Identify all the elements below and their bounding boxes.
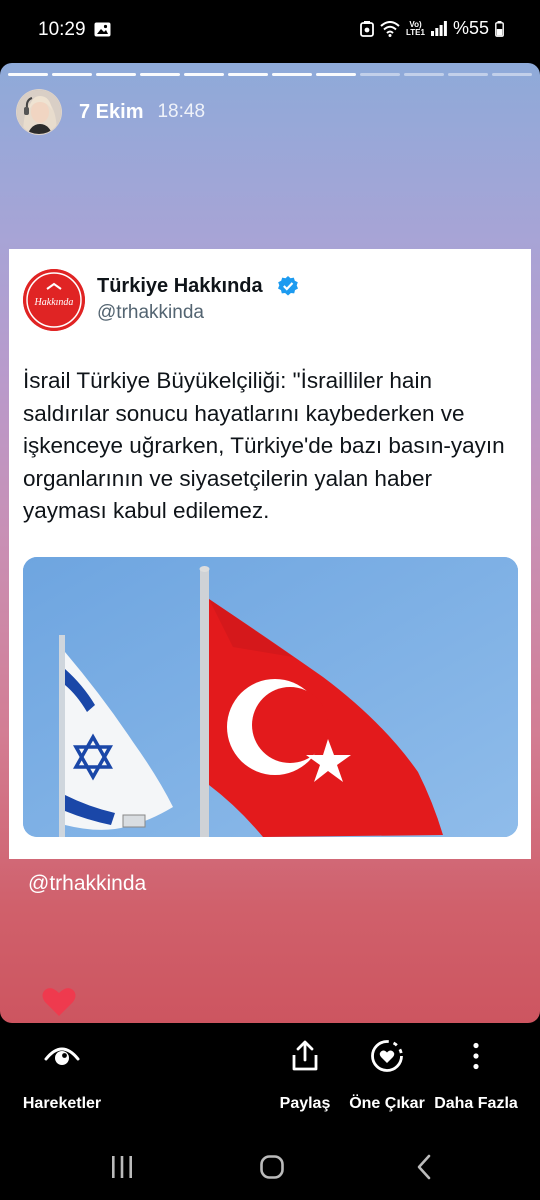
account-name: Türkiye Hakkında [97, 275, 263, 297]
data-saver-icon [360, 20, 374, 37]
story-date: 7 Ekim [79, 100, 144, 123]
status-bar: 10:29 Vo) LTE1 %55 [0, 0, 540, 62]
signal-icon [430, 21, 447, 36]
progress-segment [96, 73, 136, 76]
action-label: Paylaş [279, 1095, 331, 1112]
verified-badge-icon [277, 275, 299, 302]
progress-segment [140, 73, 180, 76]
progress-segment [492, 73, 532, 76]
tweet-card: Hakkında Türkiye Hakkında @trhakkinda İs… [9, 249, 531, 859]
highlight-button[interactable]: Öne Çıkar [347, 1038, 427, 1113]
navigation-bar [0, 1138, 540, 1200]
story-progress-bar [8, 73, 532, 76]
svg-text:Hakkında: Hakkında [34, 297, 74, 308]
battery-text: %55 [452, 18, 489, 38]
activity-button[interactable]: Hareketler [20, 1038, 104, 1113]
gallery-icon [94, 22, 111, 42]
story-viewer[interactable]: 7 Ekim 18:48 Hakkında Türkiye Hakkında @… [0, 63, 540, 1023]
progress-segment [360, 73, 400, 76]
progress-segment [316, 73, 356, 76]
share-icon [290, 1038, 320, 1074]
more-vertical-icon [472, 1038, 480, 1074]
highlight-heart-icon [370, 1038, 404, 1074]
action-label: Hareketler [22, 1095, 102, 1112]
progress-segment [404, 73, 444, 76]
account-handle: @trhakkinda [97, 302, 204, 323]
share-button[interactable]: Paylaş [274, 1038, 336, 1113]
flag-pole-left [59, 635, 65, 837]
story-header: 7 Ekim 18:48 [16, 89, 205, 135]
flag-pole-right [200, 569, 209, 837]
progress-segment [228, 73, 268, 76]
action-label: Daha Fazla [434, 1095, 518, 1112]
eye-icon [44, 1038, 80, 1074]
story-actions-bar: Hareketler Paylaş Öne Çıkar Daha Fazla [0, 1023, 540, 1138]
tweet-image [23, 557, 518, 837]
story-mention-sticker[interactable]: @trhakkinda [28, 872, 146, 896]
recent-apps-icon[interactable] [110, 1154, 134, 1185]
progress-segment [8, 73, 48, 76]
back-icon[interactable] [414, 1154, 434, 1185]
progress-segment [272, 73, 312, 76]
status-time: 10:29 [38, 19, 86, 40]
tweet-text: İsrail Türkiye Büyükelçiliği: "İsraillil… [23, 368, 505, 523]
action-label: Öne Çıkar [349, 1095, 425, 1112]
volte-indicator: Vo) LTE1 [406, 19, 425, 37]
account-logo: Hakkında [23, 269, 85, 331]
progress-segment [184, 73, 224, 76]
avatar[interactable] [16, 89, 62, 135]
home-icon[interactable] [259, 1154, 285, 1185]
progress-segment [52, 73, 92, 76]
heart-icon[interactable] [42, 987, 76, 1022]
progress-segment [448, 73, 488, 76]
wifi-icon [380, 20, 400, 37]
more-button[interactable]: Daha Fazla [433, 1038, 519, 1113]
story-time: 18:48 [157, 101, 206, 122]
battery-icon [495, 20, 504, 37]
